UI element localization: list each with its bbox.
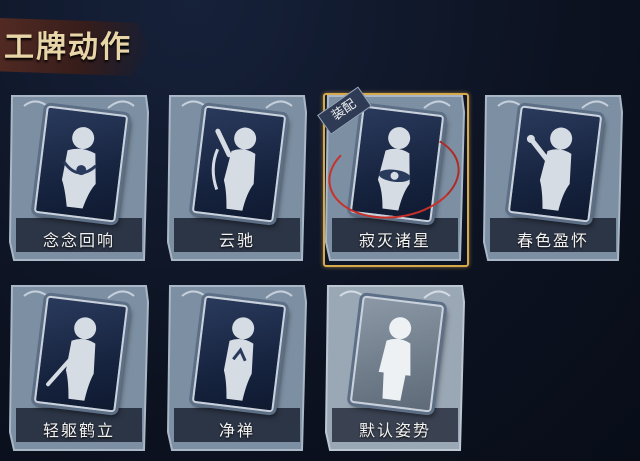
pose-silhouette-icon [526,127,573,211]
pose-card-label: 寂灭诸星 [358,231,431,250]
pose-portrait [33,105,129,223]
pose-card-jing-chan[interactable]: 净禅 [164,282,310,455]
pose-card-label: 春色盈怀 [516,231,589,250]
pose-silhouette-icon [223,317,255,401]
pose-card-nian-nian-hui-xiang[interactable]: 念念回响 [6,92,152,265]
pose-card-chun-se-ying-huai[interactable]: 春色盈怀 [480,92,626,265]
pose-silhouette-icon [61,127,97,209]
pose-portrait [191,295,287,413]
pose-portrait [349,295,445,413]
pose-card-label: 念念回响 [42,231,115,250]
page-title: 工牌动作 [4,30,132,65]
pose-silhouette-icon [378,317,412,401]
pose-card-ji-mie-zhu-xing[interactable]: 装配 寂灭诸星 [317,86,469,267]
pose-card-yun-chi[interactable]: 云驰 [164,92,310,265]
pose-card-label: 云驰 [218,231,255,250]
pose-card-label: 轻躯鹤立 [42,421,115,440]
pose-portrait [507,105,603,223]
pose-card-label: 默认姿势 [358,421,431,440]
pose-card-label: 净禅 [218,421,255,440]
pose-card-qing-qu-he-li[interactable]: 轻躯鹤立 [6,282,152,455]
pose-portrait [191,105,287,223]
pose-silhouette-icon [46,317,97,401]
pose-card-mo-ren-zi-shi[interactable]: 默认姿势 [322,282,468,455]
pose-silhouette-icon [211,127,257,211]
pose-portrait [33,295,129,413]
pose-selection-screen: 工牌动作 念念回响 云驰 装配 寂灭诸星 春色盈怀 轻躯鹤立 净禅 默认姿势 [0,0,640,461]
